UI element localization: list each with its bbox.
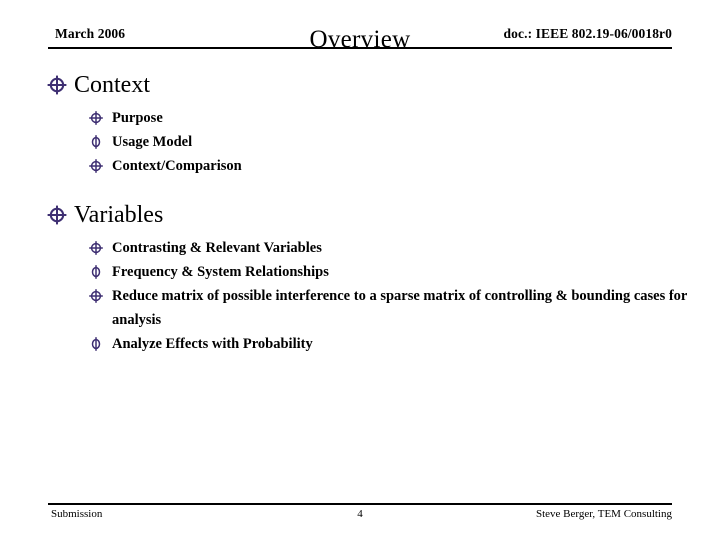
list-item-label: Contrasting & Relevant Variables	[112, 240, 322, 256]
slide-footer: Submission 4 Steve Berger, TEM Consultin…	[48, 503, 672, 527]
list-item-label: Analyze Effects with Probability	[112, 336, 313, 352]
phi-circle-icon	[88, 264, 104, 280]
list-item: Context/Comparison	[88, 154, 696, 178]
list-item-label: Context/Comparison	[112, 158, 242, 174]
phi-circle-icon	[88, 134, 104, 150]
header-document-id: doc.: IEEE 802.19-06/0018r0	[503, 26, 672, 41]
list-item: Frequency & System Relationships	[88, 260, 696, 284]
list-item-label: Reduce matrix of possible interference t…	[112, 288, 688, 328]
crossed-circle-icon	[46, 74, 68, 96]
list-item: Purpose	[88, 106, 696, 130]
slide-header: March 2006 Overview doc.: IEEE 802.19-06…	[48, 26, 672, 54]
crossed-circle-icon	[88, 240, 104, 256]
list-item-label: Usage Model	[112, 134, 193, 150]
bullet-list-context: Purpose Usage Model Context/Comparison	[0, 106, 720, 178]
bullet-list-variables: Contrasting & Relevant Variables Frequen…	[0, 236, 720, 356]
phi-circle-icon	[88, 336, 104, 352]
crossed-circle-icon	[46, 204, 68, 226]
section-heading-label: Context	[74, 72, 150, 98]
crossed-circle-icon	[88, 158, 104, 174]
list-item-label: Purpose	[112, 110, 163, 126]
list-item: Reduce matrix of possible interference t…	[88, 284, 696, 332]
slide-body: Context Purpose Usage Model Context/Comp…	[0, 70, 720, 490]
list-item: Usage Model	[88, 130, 696, 154]
list-item: Analyze Effects with Probability	[88, 332, 696, 356]
slide: March 2006 Overview doc.: IEEE 802.19-06…	[0, 0, 720, 540]
footer-author: Steve Berger, TEM Consulting	[535, 508, 672, 520]
section-heading-context: Context	[46, 70, 720, 100]
section-heading-variables: Variables	[46, 200, 720, 230]
footer-divider	[48, 503, 672, 505]
section-heading-label: Variables	[74, 202, 164, 228]
list-item-label: Frequency & System Relationships	[112, 264, 329, 280]
crossed-circle-icon	[88, 110, 104, 126]
crossed-circle-icon	[88, 288, 104, 304]
list-item: Contrasting & Relevant Variables	[88, 236, 696, 260]
